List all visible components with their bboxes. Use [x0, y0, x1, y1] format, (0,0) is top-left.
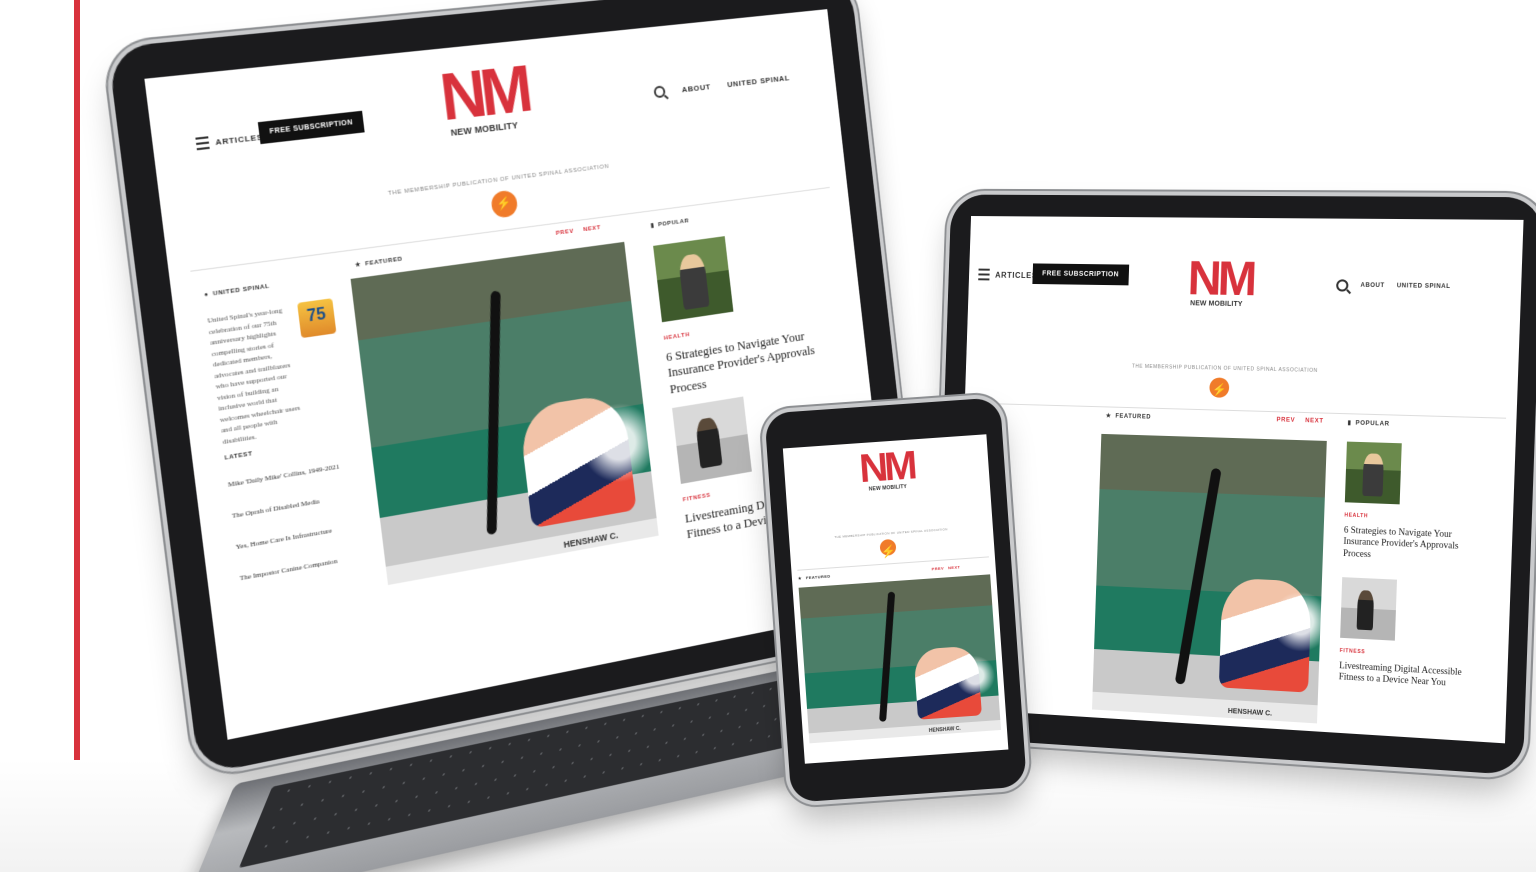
popular-thumb-health[interactable]	[1344, 441, 1402, 505]
free-subscription-button[interactable]: FREE SUBSCRIPTION	[1032, 263, 1129, 286]
articles-menu-button[interactable]: ARTICLES	[195, 130, 264, 151]
featured-pager: PREV NEXT	[1276, 417, 1323, 424]
featured-photo[interactable]: HENSHAW C.	[350, 241, 659, 586]
nav-about[interactable]: ABOUT	[681, 82, 711, 94]
lightning-badge-icon	[1209, 377, 1230, 398]
top-nav: ABOUT UNITED SPINAL	[653, 71, 791, 99]
paddle-shape	[1174, 467, 1222, 685]
star-icon: ★	[354, 261, 362, 269]
header-divider	[974, 402, 1507, 419]
paddle-shape	[486, 291, 501, 535]
united-spinal-label: ● UNITED SPINAL	[203, 283, 271, 299]
popular-headline[interactable]: 6 Strategies to Navigate Your Insurance …	[665, 322, 850, 397]
popular-label: ▮ POPULAR	[650, 217, 690, 230]
popular-thumb-health[interactable]	[653, 236, 734, 323]
free-subscription-button[interactable]: FREE SUBSCRIPTION	[257, 110, 365, 145]
popular-headline[interactable]: 6 Strategies to Navigate Your Insurance …	[1343, 525, 1467, 565]
latest-label: LATEST	[224, 451, 254, 462]
next-button[interactable]: NEXT	[948, 564, 961, 570]
phone-screen: NM NEW MOBILITY THE MEMBERSHIP PUBLICATI…	[782, 434, 1009, 764]
latest-item[interactable]: The Oprah of Disabled Media	[231, 497, 320, 520]
photo-strip	[385, 518, 659, 586]
prev-button[interactable]: PREV	[556, 229, 575, 237]
popular-category[interactable]: HEALTH	[1344, 512, 1368, 519]
featured-pager: PREV NEXT	[556, 225, 602, 237]
star-icon: ★	[1105, 413, 1112, 420]
bar-chart-icon: ▮	[1347, 420, 1352, 427]
bar-chart-icon: ▮	[650, 222, 655, 230]
sidebar-blurb: United Spinal's year-long celebration of…	[206, 306, 301, 446]
lightning-badge-icon	[879, 538, 897, 556]
hamburger-icon	[978, 268, 990, 281]
articles-menu-button[interactable]: ARTICLES	[978, 268, 1038, 282]
promo-stage: ARTICLES FREE SUBSCRIPTION NM NEW MOBILI…	[0, 0, 1536, 872]
next-button[interactable]: NEXT	[1305, 418, 1324, 425]
latest-item[interactable]: The Impostor Canine Companion	[239, 557, 338, 583]
photo-strip	[808, 719, 1002, 744]
photo-strip	[1092, 691, 1318, 724]
nav-united-spinal[interactable]: UNITED SPINAL	[1397, 283, 1451, 290]
articles-menu-label: ARTICLES	[214, 131, 264, 147]
popular-headline[interactable]: Livestreaming Digital Accessible Fitness…	[1339, 660, 1462, 690]
latest-item[interactable]: Mike 'Daily Mike' Collins, 1949-2021	[227, 462, 339, 488]
latest-item[interactable]: Yes, Home Care Is Infrastructure	[235, 526, 332, 551]
dot-icon: ●	[203, 291, 210, 299]
logo-mark: NM	[436, 52, 531, 135]
nav-about[interactable]: ABOUT	[1360, 283, 1384, 289]
popular-thumb-fitness[interactable]	[672, 396, 752, 484]
nav-united-spinal[interactable]: UNITED SPINAL	[727, 73, 791, 89]
popular-label: ▮ POPULAR	[1347, 420, 1390, 428]
site-logo[interactable]: NM NEW MOBILITY	[857, 443, 916, 493]
lightning-badge-icon	[490, 189, 519, 219]
prev-button[interactable]: PREV	[1276, 417, 1295, 424]
tagline: THE MEMBERSHIP PUBLICATION OF UNITED SPI…	[1131, 363, 1318, 374]
paddle-shape	[879, 591, 896, 722]
star-icon: ★	[797, 575, 803, 581]
featured-photo[interactable]: HENSHAW C.	[1092, 433, 1327, 724]
next-button[interactable]: NEXT	[583, 225, 601, 233]
anniversary-seal: 75	[297, 298, 337, 339]
search-icon[interactable]	[653, 85, 666, 99]
logo-mark: NM	[857, 443, 915, 492]
logo-name: NEW MOBILITY	[1190, 300, 1243, 309]
hamburger-icon	[195, 136, 210, 151]
prev-button[interactable]: PREV	[931, 566, 944, 572]
logo-mark: NM	[1186, 252, 1255, 307]
search-icon[interactable]	[1336, 279, 1349, 292]
featured-pager: PREV NEXT	[931, 564, 960, 571]
popular-thumb-fitness[interactable]	[1340, 577, 1397, 641]
popular-category[interactable]: FITNESS	[1340, 648, 1366, 655]
site-logo[interactable]: NM NEW MOBILITY	[436, 52, 531, 138]
popular-category[interactable]: FITNESS	[683, 493, 712, 504]
phone-device: NM NEW MOBILITY THE MEMBERSHIP PUBLICATI…	[764, 395, 1055, 812]
top-nav: ABOUT UNITED SPINAL	[1336, 279, 1451, 293]
red-accent-bar	[74, 0, 80, 872]
articles-menu-label: ARTICLES	[995, 270, 1038, 280]
popular-category[interactable]: HEALTH	[664, 332, 691, 342]
site-logo[interactable]: NM NEW MOBILITY	[1186, 252, 1255, 309]
featured-photo[interactable]: HENSHAW C.	[798, 574, 1002, 744]
featured-label: ★ FEATURED	[797, 573, 831, 581]
featured-label: ★ FEATURED	[354, 255, 404, 269]
featured-label: ★ FEATURED	[1105, 413, 1152, 421]
